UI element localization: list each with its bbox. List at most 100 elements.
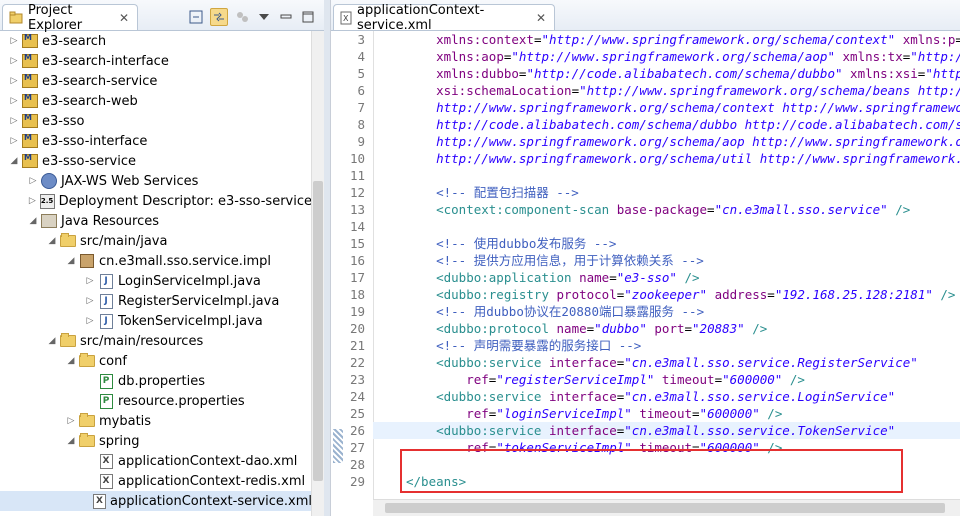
collapsed-arrow-icon[interactable]: ▷ — [8, 116, 20, 126]
explorer-vertical-scrollbar[interactable] — [311, 31, 324, 516]
code-line[interactable]: ref="registerServiceImpl" timeout="60000… — [373, 371, 960, 388]
code-area[interactable]: xmlns:context="http://www.springframewor… — [373, 31, 960, 516]
collapsed-arrow-icon[interactable]: ▷ — [84, 316, 96, 326]
collapsed-arrow-icon[interactable]: ▷ — [65, 416, 77, 426]
focus-icon[interactable] — [234, 9, 250, 25]
tree-item[interactable]: ▷ e3-search — [0, 31, 312, 51]
collapsed-arrow-icon[interactable]: ▷ — [84, 276, 96, 286]
tree-item[interactable]: XapplicationContext-redis.xml — [0, 471, 312, 491]
line-number: 10 — [349, 151, 365, 166]
code-line[interactable]: http://www.springframework.org/schema/co… — [373, 99, 960, 116]
close-icon[interactable]: ✕ — [536, 11, 546, 25]
code-token: "http:/ — [910, 49, 960, 64]
collapsed-arrow-icon[interactable]: ▷ — [8, 56, 20, 66]
code-line[interactable]: xmlns:dubbo="http://code.alibabatech.com… — [373, 65, 960, 82]
expanded-arrow-icon[interactable]: ◢ — [65, 436, 77, 446]
tree-item[interactable]: ◢ cn.e3mall.sso.service.impl — [0, 251, 312, 271]
tree-item[interactable]: XapplicationContext-service.xml — [0, 491, 312, 511]
code-line[interactable]: <dubbo:service interface="cn.e3mall.sso.… — [373, 354, 960, 371]
tab-application-context-service[interactable]: X applicationContext-service.xml ✕ — [333, 2, 555, 33]
collapse-all-icon[interactable] — [188, 9, 204, 25]
code-line[interactable]: <dubbo:protocol name="dubbo" port="20883… — [373, 320, 960, 337]
expanded-arrow-icon[interactable]: ◢ — [46, 336, 58, 346]
collapsed-arrow-icon[interactable]: ▷ — [8, 76, 20, 86]
code-line[interactable]: <!-- 提供方应用信息，用于计算依赖关系 --> — [373, 252, 960, 269]
project-explorer-icon — [9, 11, 23, 25]
tree-item[interactable]: ▷ e3-search-interface — [0, 51, 312, 71]
code-line[interactable] — [373, 167, 960, 184]
code-token: /> — [752, 321, 768, 336]
scrollbar-thumb[interactable] — [385, 503, 945, 513]
tree-item[interactable]: ▷ e3-search-web — [0, 91, 312, 111]
tree-item[interactable]: ▷ J TokenServiceImpl.java — [0, 311, 312, 331]
code-line[interactable]: <context:component-scan base-package="cn… — [373, 201, 960, 218]
code-line[interactable]: xmlns:context = "http://www.springframewor… — [373, 31, 960, 48]
maximize-icon[interactable] — [300, 9, 316, 25]
xml-editor[interactable]: 3 4 5 6 7 8 9 10 11 12 13 14 15 16 17 18 19 20 21 22 23 24 25 2… — [331, 31, 960, 516]
editor-horizontal-scrollbar[interactable] — [373, 499, 960, 516]
expanded-arrow-icon[interactable]: ◢ — [65, 256, 77, 266]
tree-item[interactable]: ▷ e3-sso — [0, 111, 312, 131]
line-number: 5 — [357, 66, 365, 81]
java-file-icon: J — [98, 293, 114, 309]
collapsed-arrow-icon[interactable]: ▷ — [84, 296, 96, 306]
link-with-editor-icon[interactable] — [210, 8, 228, 26]
tree-item[interactable]: ▷ 2.5 Deployment Descriptor: e3-sso-servic… — [0, 191, 312, 211]
expanded-arrow-icon[interactable]: ◢ — [46, 236, 58, 246]
code-line[interactable]: xsi:schemaLocation="http://www.springfra… — [373, 82, 960, 99]
xml-file-icon: X — [93, 493, 106, 509]
view-menu-icon[interactable] — [256, 9, 272, 25]
tree-item[interactable]: ▷ JAX-WS Web Services — [0, 171, 312, 191]
code-line[interactable]: http://code.alibabatech.com/schema/dubbo… — [373, 116, 960, 133]
tree-item[interactable]: ◢ spring — [0, 431, 312, 451]
code-line[interactable]: http://www.springframework.org/schema/ut… — [373, 150, 960, 167]
tree-item[interactable]: ▷ e3-search-service — [0, 71, 312, 91]
code-line[interactable]: <dubbo:service interface="cn.e3mall.sso.… — [373, 422, 960, 439]
code-token: <context:component-scan — [406, 202, 610, 217]
tree-item[interactable]: ▷ mybatis — [0, 411, 312, 431]
collapsed-arrow-icon[interactable]: ▷ — [8, 96, 20, 106]
tree-item[interactable]: ◢ src/main/resources — [0, 331, 312, 351]
code-line[interactable]: http://www.springframework.org/schema/ao… — [373, 133, 960, 150]
tab-label: applicationContext-service.xml — [357, 2, 485, 33]
tree-item-label: applicationContext-dao.xml — [118, 453, 298, 469]
tree-item[interactable]: XapplicationContext-dao.xml — [0, 451, 312, 471]
tree-item[interactable]: ◢ e3-sso-service — [0, 151, 312, 171]
tree-item[interactable]: ◢ src/main/java — [0, 231, 312, 251]
tree-item[interactable]: ◢ conf — [0, 351, 312, 371]
tab-project-explorer[interactable]: Project Explorer ✕ — [2, 3, 138, 33]
close-icon[interactable]: ✕ — [119, 11, 129, 25]
tree-item[interactable]: ▷ J RegisterServiceImpl.java — [0, 291, 312, 311]
code-line[interactable]: <dubbo:application name="e3-sso" /> — [373, 269, 960, 286]
collapsed-arrow-icon[interactable]: ▷ — [27, 176, 39, 186]
line-number: 4 — [357, 49, 365, 64]
code-line[interactable]: ref="loginServiceImpl" timeout="600000" … — [373, 405, 960, 422]
collapsed-arrow-icon[interactable]: ▷ — [8, 136, 20, 146]
tree-item[interactable]: Pdb.properties — [0, 371, 312, 391]
expanded-arrow-icon[interactable]: ◢ — [8, 156, 20, 166]
expanded-arrow-icon[interactable]: ◢ — [27, 216, 39, 226]
code-token: xmlns:aop — [436, 49, 504, 64]
code-line[interactable]: <!-- 配置包扫描器 --> — [373, 184, 960, 201]
code-line[interactable]: <dubbo:registry protocol = "zookeeper" add… — [373, 286, 960, 303]
collapsed-arrow-icon[interactable]: ▷ — [27, 196, 38, 206]
code-line[interactable]: <!-- 使用dubbo发布服务 --> — [373, 235, 960, 252]
code-line[interactable] — [373, 218, 960, 235]
java-file-icon: J — [98, 313, 114, 329]
tree-item-label: e3-sso-interface — [42, 133, 148, 149]
tree-item[interactable]: ◢ Java Resources — [0, 211, 312, 231]
code-line[interactable]: <!-- 声明需要暴露的服务接口 --> — [373, 337, 960, 354]
expanded-arrow-icon[interactable]: ◢ — [65, 356, 77, 366]
line-number: 8 — [357, 117, 365, 132]
tree-item[interactable]: Presource.properties — [0, 391, 312, 411]
code-line[interactable]: <!-- 用dubbo协议在20880端口暴露服务 --> — [373, 303, 960, 320]
code-line[interactable]: xmlns:aop="http://www.springframework.or… — [373, 48, 960, 65]
minimize-icon[interactable] — [278, 9, 294, 25]
tree-item-label: applicationContext-service.xml — [110, 493, 312, 509]
scrollbar-thumb[interactable] — [313, 181, 323, 481]
code-line[interactable]: <dubbo:service interface="cn.e3mall.sso.… — [373, 388, 960, 405]
tree-item[interactable]: ▷ J LoginServiceImpl.java — [0, 271, 312, 291]
collapsed-arrow-icon[interactable]: ▷ — [8, 36, 20, 46]
tree-item[interactable]: ▷ e3-sso-interface — [0, 131, 312, 151]
